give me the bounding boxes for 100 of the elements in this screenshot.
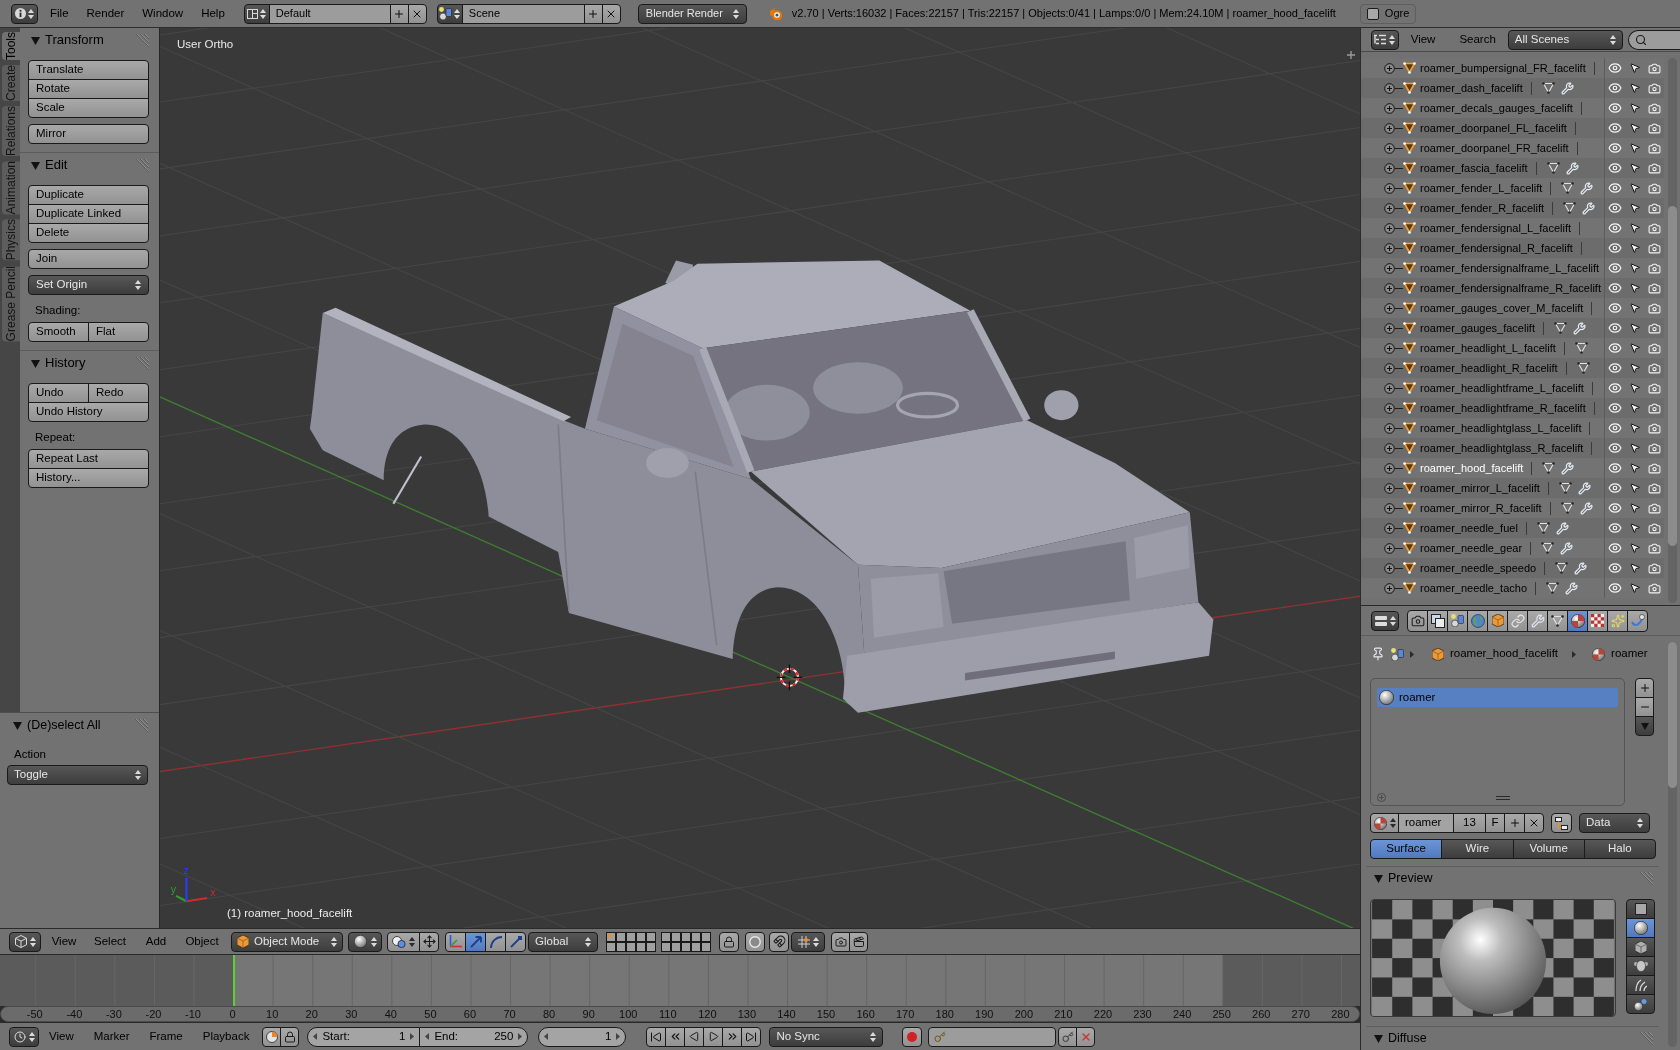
layer-button[interactable] [701,941,711,952]
camera-icon[interactable] [1647,301,1661,315]
tool-shelf-tab[interactable]: Physics [2,219,20,261]
eye-icon[interactable] [1607,501,1622,515]
eye-icon[interactable] [1607,521,1622,535]
expand-icon[interactable] [1384,542,1395,554]
render-still-button[interactable] [831,931,850,952]
scrollbar-thumb[interactable] [1667,642,1677,788]
shading-dropdown[interactable] [348,931,382,952]
context-tab[interactable] [1527,609,1548,632]
disclosure-triangle-icon[interactable] [1374,873,1383,883]
context-tab[interactable] [1447,609,1468,632]
object-name[interactable]: roamer_headlight_L_facelift [1420,339,1556,357]
expand-icon[interactable] [1384,522,1395,534]
editor-type-button[interactable] [1371,29,1399,50]
object-name[interactable]: roamer_fendersignal_R_facelift [1420,239,1573,257]
new-material-button[interactable] [1504,813,1525,833]
preview-shape-button[interactable] [1626,994,1655,1014]
object-name[interactable]: roamer_decals_gauges_facelift [1420,99,1573,117]
tool-button[interactable]: Undo History [28,402,149,422]
snap-button[interactable] [769,931,789,952]
layer-button[interactable] [701,931,711,942]
context-tab[interactable] [1547,609,1568,632]
object-name[interactable]: roamer_headlightglass_R_facelift [1420,439,1584,457]
preview-shape-button[interactable] [1626,899,1655,919]
expand-icon[interactable] [1384,562,1395,574]
camera-icon[interactable] [1647,421,1661,435]
unlink-button[interactable] [1524,813,1544,833]
shader-tab[interactable]: Surface [1370,839,1443,859]
eye-icon[interactable] [1607,101,1622,115]
cursor-arrow-icon[interactable] [1628,142,1641,154]
cursor-arrow-icon[interactable] [1628,82,1641,94]
eye-icon[interactable] [1607,281,1622,295]
expand-icon[interactable] [1384,62,1395,74]
camera-icon[interactable] [1647,581,1661,595]
lock-button[interactable] [280,1026,300,1047]
camera-icon[interactable] [1647,241,1661,255]
context-tab[interactable] [1587,609,1608,632]
search-field[interactable] [1627,29,1680,50]
camera-icon[interactable] [1647,81,1661,95]
expand-icon[interactable] [1384,202,1395,214]
disclosure-triangle-icon[interactable] [31,358,40,368]
render-engine-dropdown[interactable]: Blender Render [637,3,747,24]
orientation-dropdown[interactable]: Global [528,931,598,952]
eye-icon[interactable] [1607,541,1622,555]
camera-icon[interactable] [1647,161,1661,175]
layer-button[interactable] [661,931,671,942]
fake-user-button[interactable]: F [1485,813,1505,833]
tool-button[interactable]: Mirror [28,124,149,144]
menu-item[interactable]: Search [1447,29,1508,50]
eye-icon[interactable] [1607,581,1622,595]
filter-dropdown[interactable]: All Scenes [1507,29,1623,50]
camera-icon[interactable] [1647,61,1661,75]
add-button[interactable] [389,3,409,24]
object-name[interactable]: roamer_mirror_L_facelift [1420,479,1540,497]
tool-button[interactable]: History... [28,468,149,488]
transform-tool-button[interactable] [485,931,506,952]
expand-icon[interactable] [1384,402,1395,414]
shader-tab[interactable]: Wire [1441,839,1514,859]
object-name[interactable]: roamer_headlightframe_R_facelift [1420,399,1586,417]
object-name[interactable]: roamer_headlight_R_facelift [1420,359,1558,377]
render-animation-button[interactable] [849,931,868,952]
end-frame-field[interactable]: End: 250 [419,1026,529,1047]
menu-item[interactable]: Playback [192,1026,260,1047]
camera-icon[interactable] [1647,541,1661,555]
cursor-arrow-icon[interactable] [1628,122,1641,134]
context-tab[interactable] [1507,609,1528,632]
object-name[interactable]: roamer_mirror_R_facelift [1420,499,1542,517]
snap-element-dropdown[interactable] [791,931,825,952]
shader-tab[interactable]: Volume [1512,839,1585,859]
add-slot-button[interactable] [1635,678,1654,698]
object-name[interactable]: roamer_fendersignalframe_R_facelift [1420,279,1601,297]
camera-icon[interactable] [1647,221,1661,235]
cursor-arrow-icon[interactable] [1628,362,1641,374]
menu-item[interactable]: View [39,1026,84,1047]
eye-icon[interactable] [1607,441,1622,455]
camera-icon[interactable] [1647,441,1661,455]
object-name[interactable]: roamer_fascia_facelift [1420,159,1528,177]
cursor-arrow-icon[interactable] [1628,222,1641,234]
cursor-arrow-icon[interactable] [1628,562,1641,574]
tool-shelf-tab[interactable]: Relations [2,106,20,157]
expand-icon[interactable] [1384,342,1395,354]
expand-icon[interactable] [1384,382,1395,394]
eye-icon[interactable] [1607,561,1622,575]
layer-button[interactable] [616,941,626,952]
eye-icon[interactable] [1607,121,1622,135]
eye-icon[interactable] [1607,181,1622,195]
scrollbar-thumb[interactable] [1667,206,1677,546]
layer-button[interactable] [691,941,701,952]
menu-item[interactable]: View [1398,29,1448,50]
expand-icon[interactable] [1384,422,1395,434]
eye-icon[interactable] [1607,61,1622,75]
cursor-arrow-icon[interactable] [1628,502,1641,514]
cursor-arrow-icon[interactable] [1628,62,1641,74]
disclosure-triangle-icon[interactable] [31,160,40,170]
close-button[interactable] [407,3,427,24]
camera-icon[interactable] [1647,561,1661,575]
expand-icon[interactable] [1384,322,1395,334]
material-name-field[interactable]: roamer [1398,813,1454,833]
tool-button[interactable]: Duplicate Linked [28,204,149,224]
